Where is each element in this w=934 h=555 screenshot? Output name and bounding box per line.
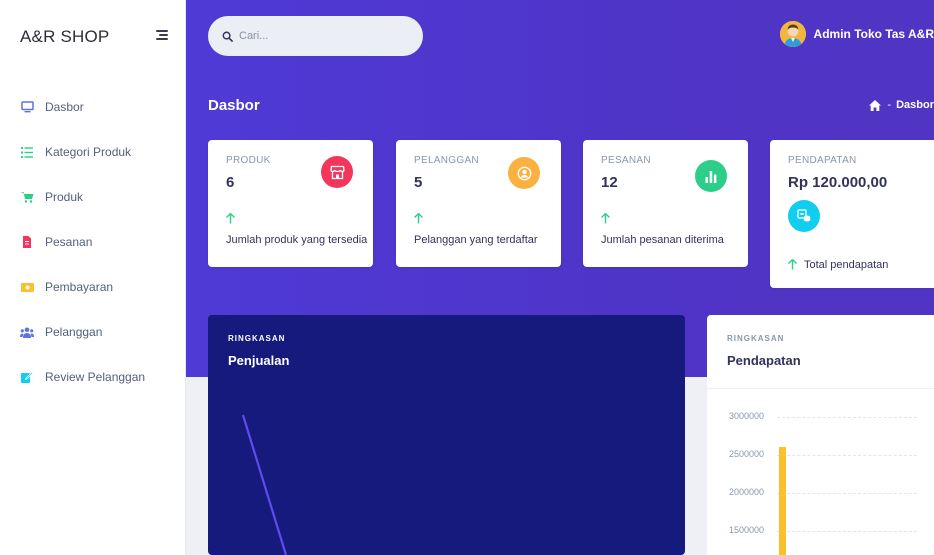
sidebar-item-label: Dasbor [45, 100, 84, 114]
chart-bar-icon [695, 160, 727, 192]
sidebar-item-pelanggan[interactable]: Pelanggan [0, 311, 186, 353]
list-icon [20, 145, 34, 159]
sales-line [241, 414, 288, 555]
arrow-up-icon [414, 213, 423, 224]
brand-logo[interactable]: A&R SHOP [20, 27, 109, 47]
cart-icon [20, 190, 34, 204]
stat-card-pesanan: PESANAN 12 Jumlah pesanan diterima [583, 140, 748, 267]
arrow-up-icon [788, 259, 797, 270]
gridline [777, 531, 917, 532]
stat-value: 12 [601, 174, 618, 191]
stat-card-produk: PRODUK 6 Jumlah produk yang tersedia [208, 140, 373, 267]
page-title: Dasbor [208, 97, 260, 114]
sidebar-item-label: Review Pelanggan [45, 370, 146, 384]
stat-title: PELANGGAN [414, 155, 479, 166]
sidebar-item-label: Pelanggan [45, 325, 103, 339]
sidebar-item-label: Kategori Produk [45, 145, 132, 159]
gridline [777, 493, 917, 494]
receipt-icon [20, 235, 34, 249]
stat-description: Total pendapatan [804, 259, 889, 271]
stat-title: PRODUK [226, 155, 271, 166]
monitor-icon [20, 100, 34, 114]
stat-card-pendapatan: PENDAPATAN Rp 120.000,00 Total pendapata… [770, 140, 934, 288]
edit-icon [20, 370, 34, 384]
panel-divider [707, 388, 934, 389]
stat-title: PENDAPATAN [788, 155, 857, 166]
stat-card-pelanggan: PELANGGAN 5 Pelanggan yang terdaftar [396, 140, 561, 267]
sidebar-item-label: Produk [45, 190, 84, 204]
stat-value: Rp 120.000,00 [788, 174, 888, 191]
search-icon[interactable] [222, 31, 233, 42]
panel-title: Pendapatan [727, 353, 801, 368]
sidebar-item-label: Pesanan [45, 235, 93, 249]
breadcrumb-current: Dasbor [896, 99, 934, 111]
stat-description: Pelanggan yang terdaftar [414, 234, 538, 246]
arrow-up-icon [226, 213, 235, 224]
search-input[interactable] [239, 30, 409, 42]
gridline [777, 417, 917, 418]
breadcrumb-separator: - [887, 99, 892, 111]
stat-title: PESANAN [601, 155, 651, 166]
sidebar-item-dasbor[interactable]: Dasbor [0, 86, 186, 128]
user-menu[interactable]: Admin Toko Tas A&R [779, 21, 934, 47]
y-tick-label: 2000000 [729, 487, 765, 497]
store-icon [321, 156, 353, 188]
money-stack-icon [788, 200, 820, 232]
stat-description: Jumlah pesanan diterima [601, 234, 724, 246]
money-icon [20, 280, 34, 294]
arrow-up-icon [601, 213, 610, 224]
sales-chart-panel: RINGKASAN Penjualan [208, 315, 685, 555]
revenue-bar[interactable] [779, 447, 786, 555]
panel-label: RINGKASAN [727, 334, 785, 343]
sidebar: A&R SHOP Dasbor Kategori Produk Produk P… [0, 0, 186, 555]
sidebar-item-pesanan[interactable]: Pesanan [0, 221, 186, 263]
sidebar-item-produk[interactable]: Produk [0, 176, 186, 218]
breadcrumb: - Dasbor [869, 99, 934, 111]
search-bar [208, 16, 423, 56]
user-circle-icon [508, 157, 540, 189]
users-icon [20, 325, 34, 339]
stat-description: Jumlah produk yang tersedia [226, 234, 368, 246]
gridline [777, 455, 917, 456]
y-tick-label: 2500000 [729, 449, 765, 459]
sidebar-item-kategori-produk[interactable]: Kategori Produk [0, 131, 186, 173]
sidebar-nav: Dasbor Kategori Produk Produk Pesanan Pe… [0, 86, 186, 401]
sidebar-item-label: Pembayaran [45, 280, 114, 294]
y-tick-label: 1500000 [729, 525, 765, 535]
home-icon[interactable] [869, 99, 882, 111]
y-tick-label: 3000000 [729, 411, 765, 421]
stat-value: 6 [226, 174, 235, 191]
sales-chart [241, 414, 288, 555]
avatar[interactable] [779, 21, 806, 47]
revenue-chart-panel: RINGKASAN Pendapatan 3000000 2500000 20000… [707, 315, 934, 555]
sidebar-item-pembayaran[interactable]: Pembayaran [0, 266, 186, 308]
stat-value: 5 [414, 174, 423, 191]
user-name[interactable]: Admin Toko Tas A&R [814, 27, 934, 41]
sidebar-toggle-icon[interactable] [152, 27, 168, 43]
sidebar-item-review-pelanggan[interactable]: Review Pelanggan [0, 356, 186, 398]
